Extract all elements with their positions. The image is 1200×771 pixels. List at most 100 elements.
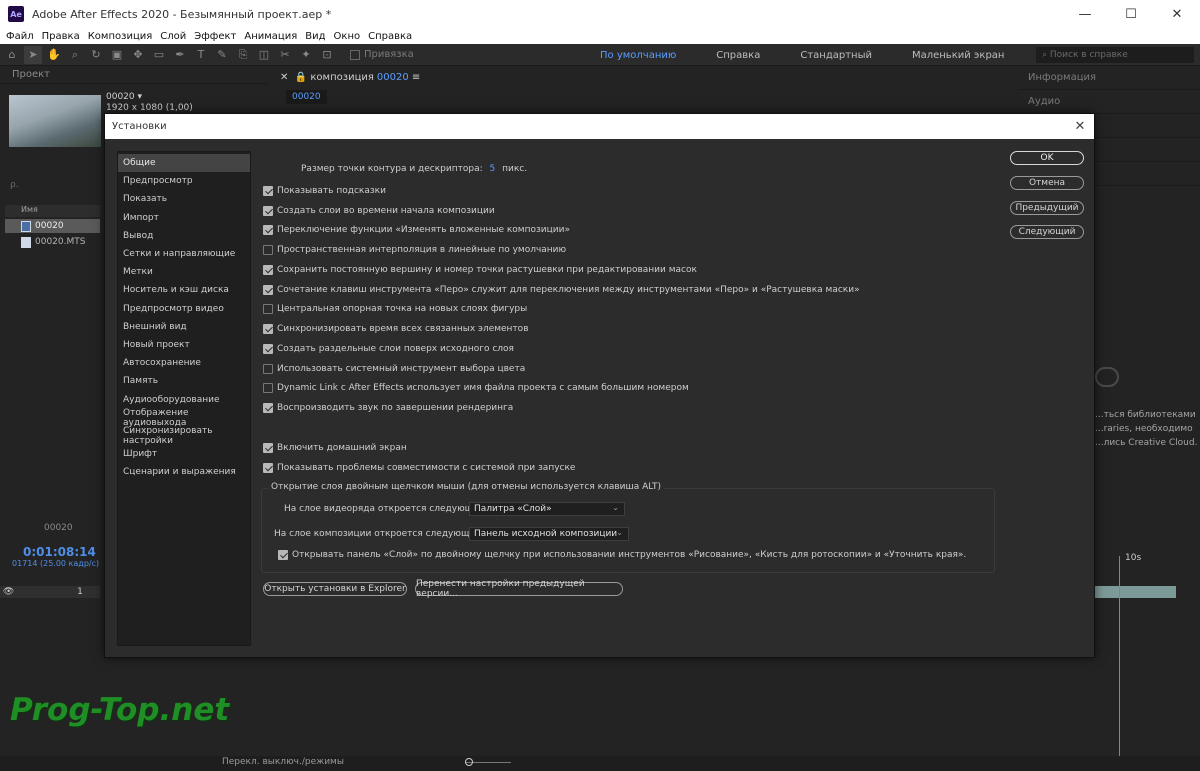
- playhead[interactable]: [1119, 556, 1120, 756]
- selection-tool-icon[interactable]: ➤: [24, 45, 42, 64]
- checkbox-home-screen[interactable]: Включить домашний экран: [263, 441, 407, 455]
- checkbox[interactable]: [263, 443, 273, 453]
- audio-panel-tab[interactable]: Аудио: [1018, 90, 1200, 114]
- checkbox-show-tooltips[interactable]: Показывать подсказки: [263, 184, 386, 198]
- close-tab-icon[interactable]: ✕: [280, 72, 295, 83]
- footage-layer-select[interactable]: Палитра «Слой» ⌄: [469, 502, 625, 516]
- menu-file[interactable]: Файл: [6, 31, 34, 42]
- menu-animation[interactable]: Анимация: [244, 31, 297, 42]
- checkbox[interactable]: [263, 285, 273, 295]
- category-general[interactable]: Общие: [118, 154, 250, 173]
- checkbox[interactable]: [263, 344, 273, 354]
- category-audio-hardware[interactable]: Аудиооборудование: [118, 390, 250, 408]
- workspace-help[interactable]: Справка: [716, 50, 760, 61]
- category-audio-output-mapping[interactable]: Отображение аудиовыхода: [118, 408, 250, 428]
- close-icon[interactable]: ✕: [1072, 118, 1088, 134]
- reveal-in-explorer-button[interactable]: Открыть установки в Explorer: [263, 582, 407, 596]
- timeline-comp-tab[interactable]: 00020: [44, 523, 73, 533]
- checkbox-dynamic-link[interactable]: Dynamic Link с After Effects использует …: [263, 381, 689, 395]
- checkbox[interactable]: [263, 304, 273, 314]
- checkbox[interactable]: [263, 225, 273, 235]
- category-labels[interactable]: Метки: [118, 263, 250, 281]
- checkbox[interactable]: [263, 403, 273, 413]
- checkbox[interactable]: [278, 550, 288, 560]
- layer-duration-bar[interactable]: [1094, 586, 1176, 598]
- zoom-slider-knob[interactable]: [465, 758, 473, 766]
- cancel-button[interactable]: Отмена: [1010, 176, 1084, 190]
- workspace-small-screen[interactable]: Маленький экран: [912, 50, 1005, 61]
- panel-menu-icon[interactable]: ≡: [409, 72, 420, 83]
- clone-tool-icon[interactable]: ⎘: [234, 46, 252, 64]
- hand-tool-icon[interactable]: ✋: [45, 46, 63, 64]
- comp-name[interactable]: 00020 ▾: [106, 92, 193, 103]
- composition-tab[interactable]: ✕ 🔒 композиция 00020 ≡: [270, 67, 1015, 87]
- category-preview[interactable]: Предпросмотр: [118, 172, 250, 190]
- category-import[interactable]: Импорт: [118, 209, 250, 227]
- category-grids-guides[interactable]: Сетки и направляющие: [118, 245, 250, 263]
- snapping-checkbox[interactable]: [350, 49, 360, 60]
- checkbox-center-anchor[interactable]: Центральная опорная точка на новых слоях…: [263, 302, 527, 316]
- next-button[interactable]: Следующий: [1010, 225, 1084, 239]
- visibility-icon[interactable]: 👁: [0, 587, 17, 597]
- checkbox-render-sound[interactable]: Воспроизводить звук по завершении рендер…: [263, 401, 513, 415]
- checkbox-layers-at-start[interactable]: Создать слои во времени начала композици…: [263, 204, 495, 218]
- category-type[interactable]: Шрифт: [118, 445, 250, 463]
- rotate-tool-icon[interactable]: ↻: [87, 46, 105, 64]
- checkbox-linear-interpolation[interactable]: Пространственная интерполяция в линейные…: [263, 243, 566, 257]
- category-output[interactable]: Вывод: [118, 227, 250, 245]
- category-media-disk-cache[interactable]: Носитель и кэш диска: [118, 281, 250, 299]
- type-tool-icon[interactable]: T: [192, 46, 210, 64]
- checkbox-nested-comps[interactable]: Переключение функции «Изменять вложенные…: [263, 223, 570, 237]
- switches-modes-toggle[interactable]: Перекл. выключ./режимы: [222, 757, 344, 767]
- checkbox[interactable]: [263, 324, 273, 334]
- category-auto-save[interactable]: Автосохранение: [118, 354, 250, 372]
- project-panel-header[interactable]: Проект: [0, 66, 268, 84]
- category-scripting-expressions[interactable]: Сценарии и выражения: [118, 463, 250, 481]
- close-window-button[interactable]: ✕: [1154, 0, 1200, 28]
- menu-effect[interactable]: Эффект: [194, 31, 236, 42]
- category-video-preview[interactable]: Предпросмотр видео: [118, 300, 250, 318]
- category-memory[interactable]: Память: [118, 372, 250, 390]
- menu-edit[interactable]: Правка: [42, 31, 80, 42]
- info-panel-tab[interactable]: Информация: [1018, 66, 1200, 90]
- brush-tool-icon[interactable]: ✎: [213, 46, 231, 64]
- layer-row[interactable]: 👁 1: [0, 586, 100, 598]
- workspace-default[interactable]: По умолчанию: [600, 50, 676, 61]
- menu-layer[interactable]: Слой: [160, 31, 186, 42]
- shape-tool-icon[interactable]: ▭: [150, 46, 168, 64]
- category-new-project[interactable]: Новый проект: [118, 336, 250, 354]
- checkbox-preserve-vertex[interactable]: Сохранить постоянную вершину и номер точ…: [263, 263, 697, 277]
- project-item[interactable]: 00020: [5, 219, 100, 233]
- checkbox-sync-time[interactable]: Синхронизировать время всех связанных эл…: [263, 322, 529, 336]
- migrate-settings-button[interactable]: Перенести настройки предыдущей версии...: [415, 579, 623, 599]
- current-timecode[interactable]: 0:01:08:14: [23, 545, 96, 559]
- project-search-input[interactable]: ρ.: [10, 180, 100, 194]
- category-appearance[interactable]: Внешний вид: [118, 318, 250, 336]
- zoom-tool-icon[interactable]: ⌕: [66, 46, 84, 64]
- name-column-header[interactable]: Имя: [5, 205, 100, 217]
- previous-button[interactable]: Предыдущий: [1010, 201, 1084, 215]
- menu-view[interactable]: Вид: [305, 31, 325, 42]
- anchor-tool-icon[interactable]: ✥: [129, 46, 147, 64]
- workspace-standard[interactable]: Стандартный: [800, 50, 872, 61]
- home-icon[interactable]: ⌂: [3, 46, 21, 64]
- snapping-toggle[interactable]: Привязка: [350, 49, 414, 60]
- checkbox[interactable]: [263, 186, 273, 196]
- checkbox[interactable]: [263, 383, 273, 393]
- checkbox[interactable]: [263, 265, 273, 275]
- minimize-button[interactable]: —: [1062, 0, 1108, 28]
- checkbox-pen-shortcut[interactable]: Сочетание клавиш инструмента «Перо» служ…: [263, 283, 860, 297]
- maximize-button[interactable]: ☐: [1108, 0, 1154, 28]
- checkbox[interactable]: [263, 245, 273, 255]
- menu-window[interactable]: Окно: [334, 31, 361, 42]
- comp-breadcrumb[interactable]: 00020: [286, 90, 327, 104]
- category-display[interactable]: Показать: [118, 190, 250, 208]
- checkbox[interactable]: [263, 364, 273, 374]
- lock-icon[interactable]: 🔒: [295, 72, 311, 83]
- pen-tool-icon[interactable]: ✒: [171, 46, 189, 64]
- eraser-tool-icon[interactable]: ◫: [255, 46, 273, 64]
- camera-tool-icon[interactable]: ▣: [108, 46, 126, 64]
- checkbox[interactable]: [263, 463, 273, 473]
- point-size-value[interactable]: 5: [490, 164, 496, 174]
- ok-button[interactable]: OK: [1010, 151, 1084, 165]
